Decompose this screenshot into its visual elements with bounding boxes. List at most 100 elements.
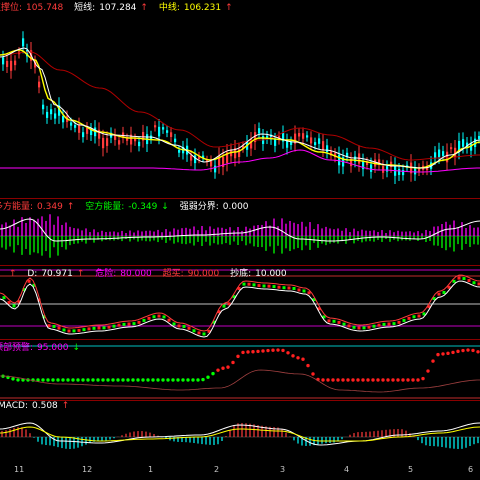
k-label: K:↑ [0,269,17,279]
candle-body [38,81,41,88]
kdj-marker [92,326,96,330]
trend-dot [206,375,210,379]
candle-body [46,111,49,118]
trend-dot [141,378,145,382]
trend-dot [261,349,265,353]
candle-body [14,60,17,66]
trend-dot [431,359,435,363]
kdj-marker [402,318,406,322]
mid-line [0,49,480,169]
candle-body [166,130,169,133]
trend-dot [216,368,220,372]
kdj-marker [267,284,271,288]
kdj-marker [172,322,176,326]
trend-dot [266,348,270,353]
kdj-marker [152,315,156,319]
candle-body [306,135,309,138]
kdj-marker [162,315,166,319]
trend-dot [146,378,150,382]
trend-dot [116,378,120,382]
kdj-marker [417,314,421,318]
candle-body [210,161,213,167]
trend-dot [386,378,390,382]
kdj-marker [67,329,71,333]
trend-dot [56,378,60,382]
trend-dot [476,350,480,354]
candle-body [338,154,341,166]
kdj-panel[interactable]: K:↑ D:70.971↑ 危险:80.000 超买:90.000 抄底:10.… [0,266,480,339]
kdj-marker [337,320,341,324]
price-panel[interactable]: 支撑位:105.748 短线:107.284↑ 中线:106.231↑ [0,0,480,198]
candle-body [382,166,385,173]
x-tick: 3 [280,465,286,474]
candle-body [462,139,465,147]
candle-body [74,125,77,128]
trend-dot [356,378,360,382]
kdj-marker [102,326,106,330]
trend-dot [341,378,345,382]
kdj-marker [372,324,376,328]
kdj-marker [282,286,286,290]
kdj-marker [87,327,91,331]
trend-dot [426,369,430,373]
kdj-marker [137,320,141,324]
kdj-marker [367,325,371,329]
kdj-marker [457,276,461,280]
trend-dot [271,348,275,352]
top-warning-label: 顶部预警:95.000↓ [0,343,81,353]
trend-dot [81,378,85,382]
kdj-marker [407,316,411,320]
candle-body [298,133,301,137]
macd-panel[interactable]: MACD: 0.508 ↑ [0,401,480,462]
overbought-label: 超买: 90.000 [162,269,220,279]
trend-dot [226,365,230,369]
candle-body [154,125,157,128]
kdj-marker [332,319,336,323]
trend-dot [196,378,200,382]
kdj-marker [377,323,381,327]
trend-dot [51,378,55,382]
trend-panel[interactable]: 顶部预警:95.000↓ [0,340,480,400]
kdj-marker [187,326,191,330]
trend-dot [71,378,75,382]
energy-panel[interactable]: 多方能量:0.349↑ 空方能量:-0.349↓ 强弱分界:0.000 [0,199,480,265]
energy-header: 多方能量:0.349↑ 空方能量:-0.349↓ 强弱分界:0.000 [0,199,257,212]
kdj-marker [72,329,76,333]
trend-dot [276,348,280,352]
kdj-marker [352,325,356,329]
kdj-marker [397,320,401,324]
trend-dot [291,354,295,358]
kdj-marker [57,326,61,330]
trend-dot [401,378,405,382]
trend-dot [86,378,90,382]
trend-dot [161,378,165,382]
trend-dot [171,378,175,382]
candle-body [2,57,5,65]
candle-body [398,168,401,175]
kdj-marker [262,284,266,288]
kdj-marker [192,329,196,333]
kdj-marker [82,328,86,332]
kdj-marker [182,324,186,328]
trend-dot [366,378,370,382]
trend-dot [241,350,245,355]
trend-dot [376,378,380,382]
kdj-marker [177,324,181,328]
candle-body [106,138,109,146]
trend-dot [446,351,450,356]
candle-body [322,141,325,150]
kdj-marker [252,283,256,287]
kdj-marker [122,322,126,326]
trend-dot [256,349,260,354]
kdj-marker [197,331,201,335]
kdj-marker [467,279,471,283]
trend-dot [336,378,340,382]
price-chart[interactable] [0,0,480,198]
kdj-marker [242,282,246,286]
candle-body [54,113,57,119]
x-tick: 2 [214,465,220,474]
kdj-marker [452,279,456,283]
support-label: 支撑位:105.748 [0,3,64,13]
kdj-marker [222,304,226,308]
trend-dot [391,378,395,382]
